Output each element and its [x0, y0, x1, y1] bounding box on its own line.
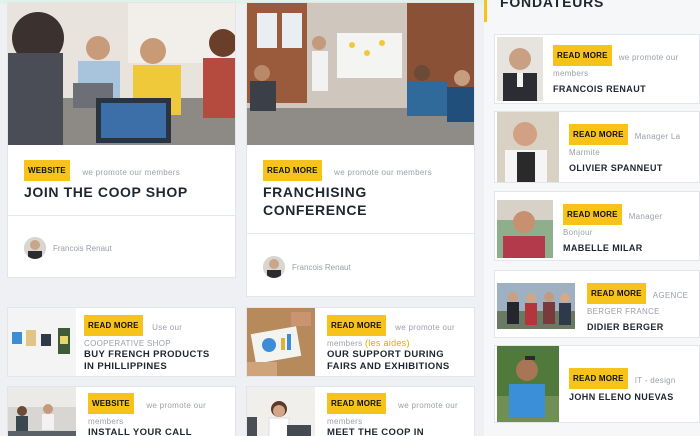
read-more-badge[interactable]: READ MORE	[563, 204, 622, 225]
founder-photo	[497, 112, 559, 182]
small-card-meet-coop[interactable]: READ MORE we promote our members MEET TH…	[246, 386, 475, 436]
founder-role: IT - design	[634, 375, 676, 385]
author-name[interactable]: Francois Renaut	[53, 244, 112, 253]
card-meta: we promote our	[398, 400, 458, 410]
small-card-buy-french[interactable]: READ MORE Use our COOPERATIVE SHOP BUY F…	[7, 307, 236, 377]
read-more-badge[interactable]: READ MORE	[84, 315, 143, 336]
founder-role: Manager	[628, 211, 663, 221]
card-meta: we promote our members	[334, 167, 432, 177]
card-meta: we promote our	[395, 322, 455, 332]
charts-photo	[247, 308, 315, 376]
founder-role: Marmite	[569, 148, 600, 157]
card-title[interactable]: JOIN THE COOP SHOP	[24, 183, 188, 201]
founder-role: AGENCE	[652, 290, 689, 300]
founder-name[interactable]: DIDIER BERGER	[587, 322, 695, 332]
founder-role: Manager La	[634, 131, 681, 141]
card-title[interactable]: INSTALL YOUR CALL	[88, 427, 192, 436]
products-photo	[8, 308, 76, 376]
website-badge[interactable]: WEBSITE	[88, 393, 134, 414]
small-card-support-fairs[interactable]: READ MORE we promote our members (les ai…	[246, 307, 475, 377]
read-more-badge[interactable]: READ MORE	[569, 368, 628, 389]
founder-name[interactable]: OLIVIER SPANNEUT	[569, 163, 695, 173]
founder-card[interactable]: READ MORE Manager La Marmite OLIVIER SPAN…	[494, 111, 700, 183]
read-more-badge[interactable]: READ MORE	[553, 45, 612, 66]
founders-heading: FONDATEURS	[500, 0, 605, 10]
founder-role: we promote our	[618, 52, 679, 62]
conference-photo	[247, 3, 474, 145]
card-meta: we promote our	[146, 400, 207, 410]
author: Francois Renaut	[263, 256, 351, 278]
founder-card[interactable]: READ MORE IT - design JOHN ELENO NUEVAS	[494, 345, 700, 423]
founder-name[interactable]: JOHN ELENO NUEVAS	[569, 392, 695, 402]
card-title[interactable]: BUY FRENCH PRODUCTS IN PHILLIPPINES	[84, 349, 210, 373]
website-badge[interactable]: WEBSITE	[24, 160, 70, 181]
founder-role: members	[553, 69, 589, 78]
small-card-install-call[interactable]: WEBSITE we promote our members INSTALL Y…	[7, 386, 236, 436]
founder-photo	[497, 37, 543, 101]
read-more-badge[interactable]: READ MORE	[569, 124, 628, 145]
meeting-photo	[8, 3, 235, 145]
card-title[interactable]: MEET THE COOP IN	[327, 427, 424, 436]
avatar	[24, 237, 46, 259]
read-more-badge[interactable]: READ MORE	[327, 393, 386, 414]
read-more-badge[interactable]: READ MORE	[263, 160, 322, 181]
founder-photo	[497, 283, 575, 329]
card-divider	[8, 215, 235, 216]
founder-name[interactable]: FRANCOIS RENAUT	[553, 84, 693, 94]
avatar	[263, 256, 285, 278]
card-title[interactable]: OUR SUPPORT DURING FAIRS AND EXHIBITIONS	[327, 349, 450, 373]
card-divider	[247, 233, 474, 234]
founder-card[interactable]: READ MORE Manager Bonjour MABELLE MILAR	[494, 191, 700, 261]
heading-accent	[484, 0, 487, 22]
author-name[interactable]: Francois Renaut	[292, 263, 351, 272]
founder-photo	[497, 346, 559, 422]
featured-card-franchising[interactable]: READ MORE we promote our members FRANCHI…	[246, 2, 475, 297]
founder-role: BERGER FRANCE	[587, 307, 660, 316]
founder-card[interactable]: READ MORE we promote our members FRANCOIS…	[494, 34, 700, 104]
read-more-badge[interactable]: READ MORE	[327, 315, 386, 336]
card-meta: we promote our members	[82, 167, 181, 177]
founder-photo	[497, 200, 553, 258]
office-photo	[8, 387, 76, 436]
card-meta: Use our	[152, 322, 183, 332]
read-more-badge[interactable]: READ MORE	[587, 283, 646, 304]
founder-name[interactable]: MABELLE MILAR	[563, 243, 695, 253]
featured-card-coop-shop[interactable]: WEBSITE we promote our members JOIN THE …	[7, 2, 236, 278]
woman-laptop-photo	[247, 387, 315, 436]
card-title[interactable]: FRANCHISING CONFERENCE	[263, 183, 367, 219]
author: Francois Renaut	[24, 237, 112, 259]
founder-card[interactable]: READ MORE AGENCE BERGER FRANCE DIDIER BER…	[494, 270, 700, 338]
founder-role: Bonjour	[563, 228, 593, 237]
